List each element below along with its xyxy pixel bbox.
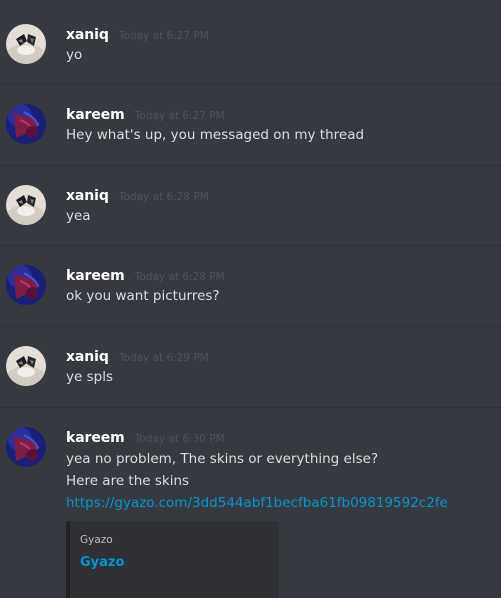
chat-messages: xaniq Today at 6:27 PM yo kareem Today a… xyxy=(0,0,501,598)
message-text: Here are the skins xyxy=(66,473,190,489)
message-timestamp: Today at 6:27 PM xyxy=(134,110,225,122)
kareem-avatar-image xyxy=(6,265,46,305)
message-text: yea xyxy=(66,208,91,224)
link-embed: Gyazo Gyazo xyxy=(66,521,279,598)
avatar[interactable] xyxy=(6,346,46,386)
message-header: xaniq Today at 6:27 PM xyxy=(66,24,209,46)
message-divider xyxy=(0,165,501,166)
message-header: kareem Today at 6:27 PM xyxy=(66,104,225,126)
avatar[interactable] xyxy=(6,104,46,144)
embed-title-link[interactable]: Gyazo xyxy=(80,554,124,572)
message-timestamp: Today at 6:28 PM xyxy=(118,191,209,203)
xaniq-avatar-image xyxy=(6,24,46,64)
message-text: Hey what's up, you messaged on my thread xyxy=(66,127,365,143)
message-link[interactable]: https://gyazo.com/3dd544abf1becfba61fb09… xyxy=(66,493,448,513)
message-divider xyxy=(0,407,501,408)
message-divider xyxy=(0,245,501,246)
author-name[interactable]: kareem xyxy=(66,107,125,123)
avatar[interactable] xyxy=(6,265,46,305)
author-name[interactable]: xaniq xyxy=(66,349,109,365)
message-timestamp: Today at 6:27 PM xyxy=(118,30,209,42)
message-text: ok you want picturres? xyxy=(66,288,220,304)
message-header: kareem Today at 6:28 PM xyxy=(66,265,225,287)
xaniq-avatar-image xyxy=(6,346,46,386)
message-text: yea no problem, The skins or everything … xyxy=(66,451,379,467)
avatar[interactable] xyxy=(6,185,46,225)
message-header: kareem Today at 6:30 PM xyxy=(66,427,225,449)
author-name[interactable]: xaniq xyxy=(66,188,109,204)
message-text: ye spls xyxy=(66,369,113,385)
message-header: xaniq Today at 6:29 PM xyxy=(66,346,209,368)
avatar[interactable] xyxy=(6,24,46,64)
avatar[interactable] xyxy=(6,427,46,467)
kareem-avatar-image xyxy=(6,427,46,467)
message-timestamp: Today at 6:30 PM xyxy=(134,433,225,445)
message-divider xyxy=(0,84,501,85)
message-timestamp: Today at 6:29 PM xyxy=(118,352,209,364)
author-name[interactable]: kareem xyxy=(66,268,125,284)
author-name[interactable]: xaniq xyxy=(66,27,109,43)
message-header: xaniq Today at 6:28 PM xyxy=(66,185,209,207)
author-name[interactable]: kareem xyxy=(66,430,125,446)
kareem-avatar-image xyxy=(6,104,46,144)
message-timestamp: Today at 6:28 PM xyxy=(134,271,225,283)
message-divider xyxy=(0,326,501,327)
message-text: yo xyxy=(66,47,83,63)
xaniq-avatar-image xyxy=(6,185,46,225)
embed-provider: Gyazo xyxy=(80,534,113,546)
